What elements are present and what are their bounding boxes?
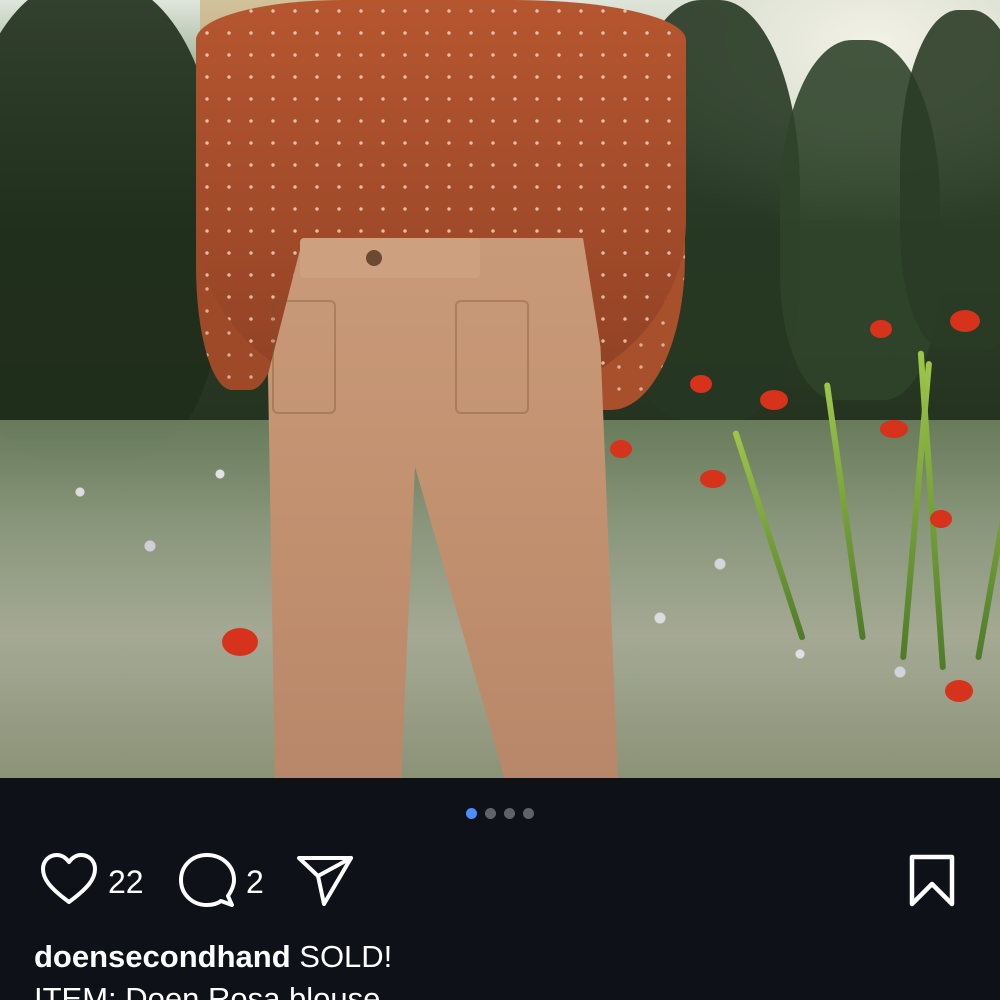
post-photo[interactable] — [0, 0, 1000, 778]
comment-bubble-icon[interactable] — [178, 852, 236, 915]
carousel-dot-active — [466, 808, 477, 819]
photo-tree — [900, 10, 1000, 350]
carousel-indicator — [0, 808, 1000, 819]
bookmark-outline-icon[interactable] — [908, 854, 956, 913]
caption-username[interactable]: doensecondhand — [34, 939, 291, 974]
photo-poppy — [222, 628, 258, 656]
post-caption: doensecondhand SOLD! ITEM: Doen Rosa blo… — [34, 936, 974, 1000]
comment-count[interactable]: 2 — [246, 864, 264, 900]
heart-outline-icon[interactable] — [40, 852, 98, 913]
photo-poppy — [700, 470, 726, 488]
photo-poppy — [870, 320, 892, 338]
post-actions: 22 2 — [40, 852, 956, 912]
carousel-dot — [523, 808, 534, 819]
photo-waistband — [300, 238, 480, 278]
photo-poppy — [945, 680, 973, 702]
photo-poppy — [760, 390, 788, 410]
carousel-dot — [504, 808, 515, 819]
photo-button — [366, 250, 382, 266]
caption-second-line: ITEM: Doen Rosa blouse — [34, 981, 381, 1000]
photo-poppy — [930, 510, 952, 528]
photo-poppy — [610, 440, 632, 458]
like-count[interactable]: 22 — [108, 864, 144, 900]
photo-poppy — [950, 310, 980, 332]
caption-text: SOLD! — [299, 939, 393, 974]
photo-pocket — [272, 300, 336, 414]
instagram-post: 22 2 doensecondhand SOLD! ITEM: Doen Ros… — [0, 0, 1000, 1000]
photo-tree — [0, 0, 220, 460]
photo-poppy — [690, 375, 712, 393]
carousel-dot — [485, 808, 496, 819]
photo-pocket — [455, 300, 529, 414]
photo-poppy — [880, 420, 908, 438]
paper-plane-icon[interactable] — [296, 854, 354, 913]
